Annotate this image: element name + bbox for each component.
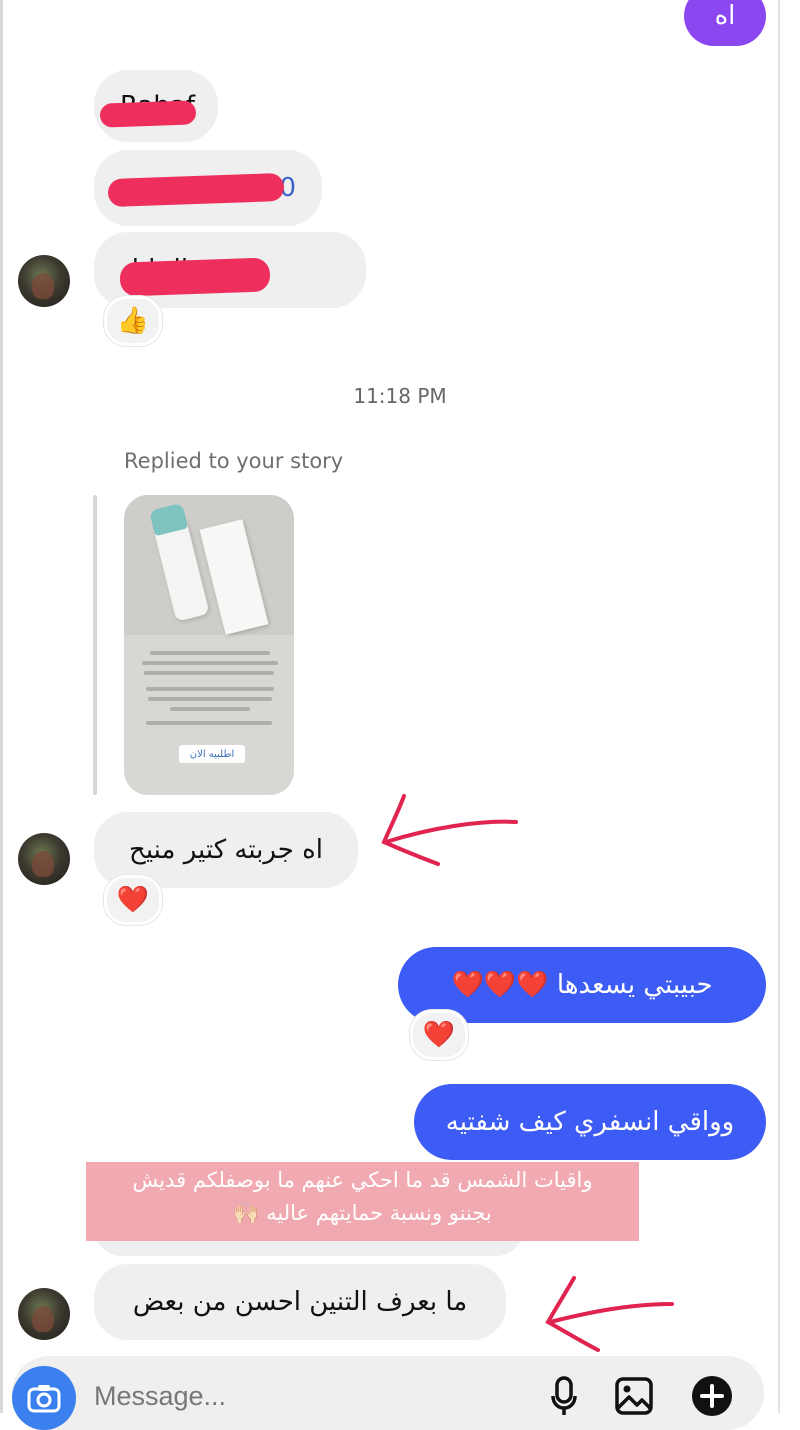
microphone-icon <box>551 1376 577 1415</box>
redaction-mark-3 <box>119 257 271 297</box>
redaction-mark-1 <box>99 100 197 128</box>
overlay-line-2: بجننو ونسبة حمايتهم عاليه 🙌🏻 <box>233 1201 492 1225</box>
reaction-thumbs-up[interactable]: 👍 <box>104 296 162 346</box>
story-order-button: اطلبيه الان <box>179 745 245 763</box>
reaction-heart[interactable]: ❤️ <box>104 875 162 925</box>
gallery-button[interactable] <box>612 1374 656 1418</box>
annotation-arrow-1 <box>381 794 518 866</box>
message-outgoing-1-text: حبيبتي يسعدها ❤️❤️❤️ <box>451 970 713 1000</box>
sunscreen-box-image <box>199 519 269 635</box>
message-input[interactable] <box>94 1376 494 1416</box>
story-thumbnail[interactable]: اطلبيه الان <box>124 495 294 795</box>
thumbs-up-icon: 👍 <box>116 306 150 336</box>
gallery-icon <box>615 1377 653 1415</box>
right-frame-edge <box>778 0 780 1413</box>
avatar[interactable] <box>18 1288 70 1340</box>
avatar[interactable] <box>18 833 70 885</box>
heart-icon: ❤️ <box>422 1020 456 1050</box>
story-photo <box>124 495 294 635</box>
message-outgoing-2-text: وواقي انسفري كيف شفتيه <box>445 1107 735 1137</box>
story-reply-bar <box>93 495 97 795</box>
message-reply-1-text: اه جربته كتير منيح <box>129 835 323 865</box>
annotation-arrow-2 <box>545 1276 674 1352</box>
outgoing-bubble-top-text: اه <box>714 1 736 31</box>
replied-to-story-label: Replied to your story <box>124 449 344 473</box>
reaction-heart-outgoing[interactable]: ❤️ <box>410 1010 468 1060</box>
left-frame-edge <box>0 0 3 1413</box>
plus-icon <box>692 1376 732 1416</box>
plus-button[interactable] <box>690 1374 734 1418</box>
story-text-overlay-caption: واقيات الشمس قد ما احكي عنهم ما بوصفلكم … <box>86 1164 639 1230</box>
camera-button[interactable] <box>12 1366 76 1430</box>
microphone-button[interactable] <box>542 1374 586 1418</box>
message-reply-2-text: ما بعرف التنين احسن من بعض <box>132 1287 468 1317</box>
message-outgoing-2[interactable]: وواقي انسفري كيف شفتيه <box>414 1084 766 1160</box>
outgoing-bubble-top[interactable]: اه <box>684 0 766 46</box>
camera-icon <box>27 1385 61 1413</box>
overlay-line-1: واقيات الشمس قد ما احكي عنهم ما بوصفلكم … <box>132 1168 593 1192</box>
message-reply-2[interactable]: ما بعرف التنين احسن من بعض <box>94 1264 506 1340</box>
heart-icon: ❤️ <box>116 885 150 915</box>
timestamp: 11:18 PM <box>353 384 447 408</box>
avatar[interactable] <box>18 255 70 307</box>
